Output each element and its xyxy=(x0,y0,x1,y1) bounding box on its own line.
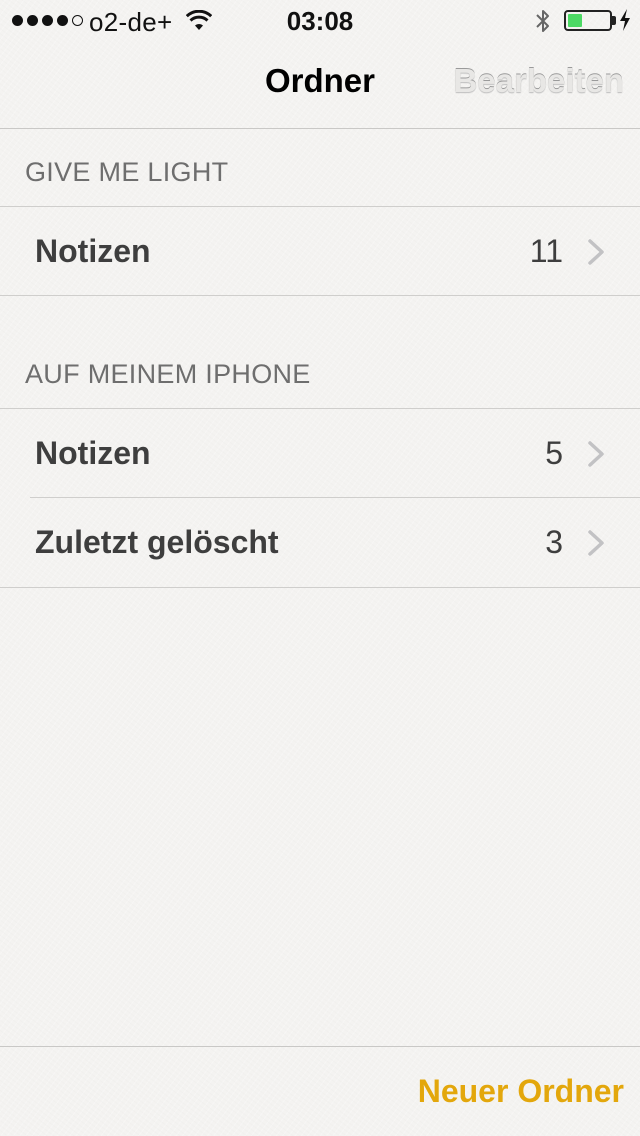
folder-name: Notizen xyxy=(35,233,151,269)
section-header-auf-meinem-iphone: AUF MEINEM IPHONE xyxy=(25,359,311,389)
folder-count: 11 xyxy=(529,233,563,269)
battery-icon xyxy=(564,10,612,31)
folder-count: 3 xyxy=(545,524,563,560)
chevron-right-icon xyxy=(588,530,604,556)
folder-count: 5 xyxy=(545,435,563,471)
folder-name: Zuletzt gelöscht xyxy=(35,524,279,560)
divider xyxy=(0,295,640,296)
new-folder-button[interactable]: Neuer Ordner xyxy=(418,1073,624,1110)
chevron-right-icon xyxy=(588,239,604,265)
edit-button[interactable]: Bearbeiten xyxy=(453,62,624,100)
toolbar-divider xyxy=(0,1046,640,1047)
bluetooth-icon xyxy=(536,10,549,32)
folder-row-zuletzt-geloescht[interactable]: Zuletzt gelöscht 3 xyxy=(0,498,640,586)
nav-divider xyxy=(0,128,640,129)
battery-nub xyxy=(612,16,616,25)
battery-level xyxy=(568,14,582,27)
status-bar: o2-de+ 03:08 xyxy=(0,0,640,40)
divider xyxy=(0,587,640,588)
folder-name: Notizen xyxy=(35,435,151,471)
chevron-right-icon xyxy=(588,441,604,467)
folder-row-notizen-iphone[interactable]: Notizen 5 xyxy=(0,409,640,497)
folder-row-notizen-icloud[interactable]: Notizen 11 xyxy=(0,207,640,295)
charging-bolt-icon xyxy=(620,9,630,31)
section-header-give-me-light: GIVE ME LIGHT xyxy=(25,157,229,187)
